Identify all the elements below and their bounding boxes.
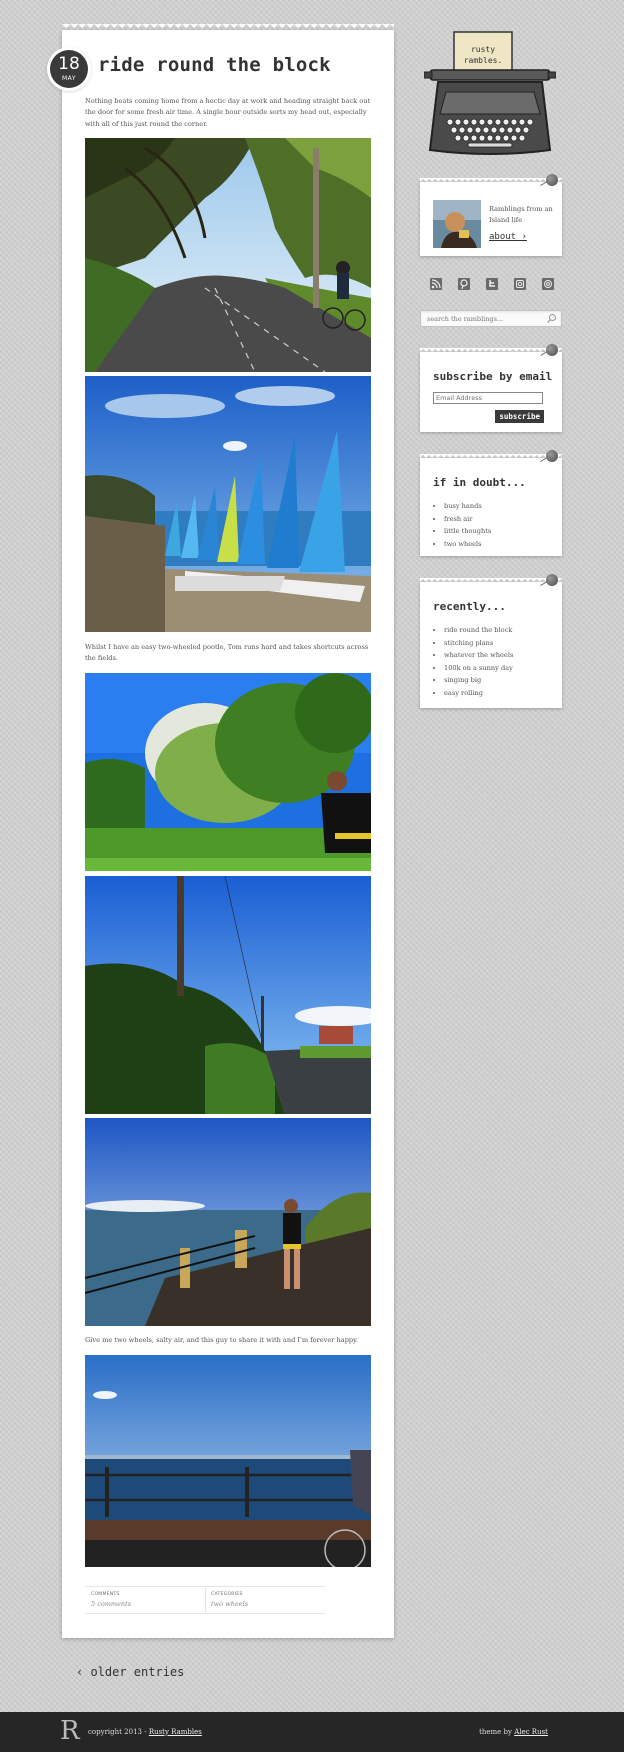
about-text: Ramblings from an Island life: [489, 205, 553, 224]
footer-site-link[interactable]: Rusty Rambles: [149, 1728, 202, 1736]
recent-post-link[interactable]: easy rolling: [444, 689, 483, 697]
meta-categories: CATEGORIES two wheels: [211, 1592, 248, 1608]
list-item: 100k on a sunny day: [444, 662, 513, 675]
photo-blossom-runner: [85, 673, 371, 871]
meta-comments[interactable]: COMMENTS 5 comments: [91, 1592, 131, 1608]
category-link[interactable]: two wheels: [444, 540, 482, 548]
email-icon[interactable]: [542, 278, 554, 290]
if-in-doubt-title: if in doubt...: [433, 476, 526, 489]
older-entries-link[interactable]: ‹ older entries: [76, 1665, 184, 1679]
subscribe-widget: subscribe by email subscribe: [420, 344, 562, 432]
about-widget: Ramblings from an Island life about ›: [420, 174, 562, 256]
blog-post: 18 MAY ride round the block Nothing beat…: [50, 24, 394, 1638]
post-meta: COMMENTS 5 comments CATEGORIES two wheel…: [85, 1586, 325, 1614]
post-caption-2: Give me two wheels, salty air, and this …: [85, 1336, 359, 1344]
list-item: easy rolling: [444, 687, 513, 700]
recent-post-link[interactable]: whatever the wheels: [444, 651, 513, 659]
list-item: whatever the wheels: [444, 649, 513, 662]
photo-sailboats: [85, 376, 371, 632]
footer-copyright: copyright 2013 - Rusty Rambles: [88, 1728, 202, 1736]
category-link[interactable]: fresh air: [444, 515, 472, 523]
list-item: busy hands: [444, 500, 491, 513]
site-logo[interactable]: rusty rambles.: [423, 30, 557, 158]
categories-label: CATEGORIES: [211, 1592, 243, 1597]
pin-icon: [546, 174, 558, 186]
pin-icon: [546, 450, 558, 462]
list-item: fresh air: [444, 513, 491, 526]
list-item: two wheels: [444, 538, 491, 551]
about-link[interactable]: about ›: [489, 232, 527, 242]
list-item: singing big: [444, 674, 513, 687]
post-intro: Nothing beats coming home from a hectic …: [85, 97, 371, 128]
instagram-icon[interactable]: [514, 278, 526, 290]
search-input[interactable]: [421, 311, 541, 326]
pinterest-icon[interactable]: [458, 278, 470, 290]
logo-text-line1: rusty: [471, 45, 495, 54]
comments-label: COMMENTS: [91, 1592, 120, 1597]
site-footer: R copyright 2013 - Rusty Rambles theme b…: [0, 1712, 624, 1752]
recent-post-link[interactable]: singing big: [444, 676, 481, 684]
theme-prefix: theme by: [479, 1728, 515, 1736]
if-in-doubt-widget: if in doubt... busy hands fresh air litt…: [420, 450, 562, 556]
photo-seafront: [85, 1118, 371, 1326]
recent-posts-list: ride round the block stitching plans wha…: [444, 624, 513, 699]
comments-link[interactable]: 5 comments: [91, 1600, 131, 1608]
date-day: 18: [58, 54, 80, 74]
logo-text-line2: rambles.: [464, 56, 503, 65]
photo-lane-pole: [85, 876, 371, 1114]
avatar: [433, 200, 481, 248]
list-item: stitching plans: [444, 637, 513, 650]
twitter-icon[interactable]: [486, 278, 498, 290]
list-item: little thoughts: [444, 525, 491, 538]
meta-divider: [205, 1587, 206, 1613]
email-field[interactable]: [433, 392, 543, 404]
subscribe-title: subscribe by email: [433, 370, 553, 383]
pin-icon: [546, 344, 558, 356]
category-link[interactable]: little thoughts: [444, 527, 491, 535]
search-icon[interactable]: [546, 313, 557, 324]
post-title[interactable]: ride round the block: [98, 54, 331, 76]
recent-post-link[interactable]: ride round the block: [444, 626, 512, 634]
pin-icon: [546, 574, 558, 586]
category-list: busy hands fresh air little thoughts two…: [444, 500, 491, 550]
date-badge: 18 MAY: [50, 50, 88, 88]
photo-railings-sea: [85, 1355, 371, 1567]
recently-widget: recently... ride round the block stitchi…: [420, 574, 562, 708]
date-month: MAY: [62, 75, 76, 82]
post-caption-1: Whilst I have an easy two-wheeled pootle…: [85, 643, 369, 663]
footer-theme-credit: theme by Alec Rust: [479, 1728, 548, 1736]
list-item: ride round the block: [444, 624, 513, 637]
category-link[interactable]: two wheels: [211, 1600, 248, 1608]
footer-logo[interactable]: R: [60, 1716, 80, 1746]
subscribe-button[interactable]: subscribe: [495, 410, 544, 423]
recent-post-link[interactable]: stitching plans: [444, 639, 493, 647]
theme-author-link[interactable]: Alec Rust: [514, 1728, 548, 1736]
search-box: [420, 310, 562, 327]
recent-post-link[interactable]: 100k on a sunny day: [444, 664, 513, 672]
social-icons: [430, 278, 554, 291]
category-link[interactable]: busy hands: [444, 502, 482, 510]
rss-icon[interactable]: [430, 278, 442, 290]
recently-title: recently...: [433, 600, 506, 613]
photo-country-road: [85, 138, 371, 372]
copyright-text: copyright 2013 -: [88, 1728, 149, 1736]
